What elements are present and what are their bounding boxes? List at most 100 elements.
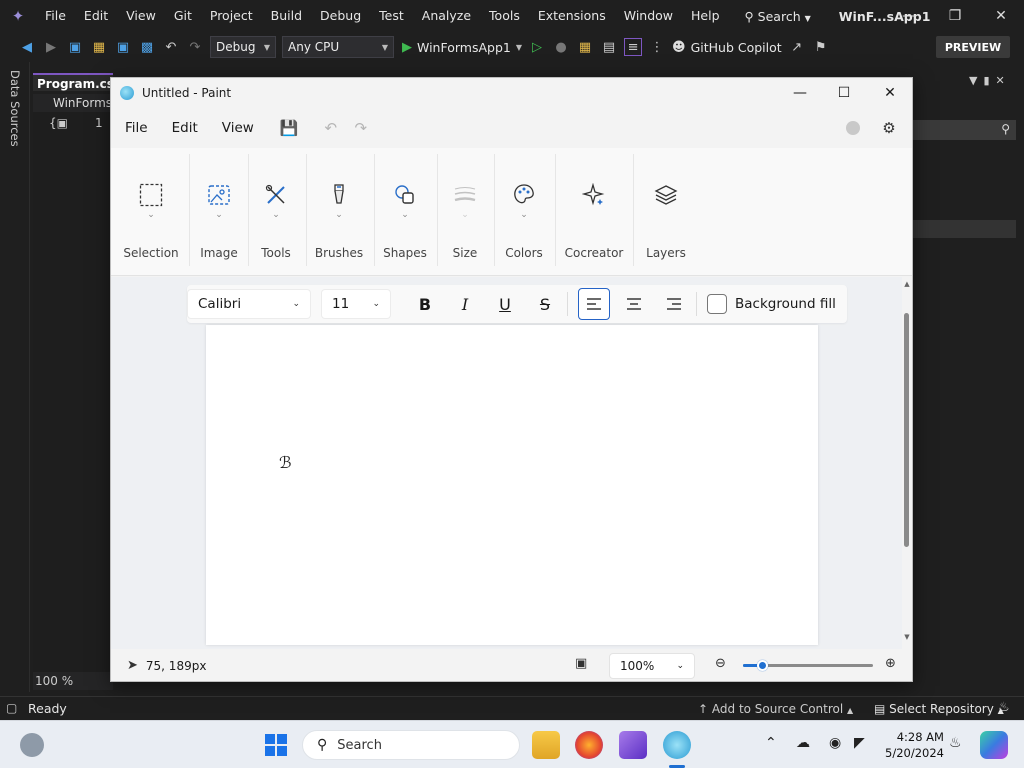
vs-menu-build[interactable]: Build [262, 0, 311, 32]
background-fill-checkbox[interactable] [707, 294, 727, 314]
open-folder-icon[interactable]: ▦ [90, 38, 108, 56]
forward-icon[interactable]: ▶ [42, 38, 60, 56]
cloud-icon[interactable]: ☁ [796, 735, 810, 751]
network-icon[interactable]: ◤ [854, 735, 865, 751]
folder-icon[interactable]: ▦ [576, 38, 594, 56]
globe-icon[interactable]: ◉ [829, 735, 841, 751]
paint-minimize-button[interactable]: — [777, 78, 823, 108]
paint-menu-file[interactable]: File [113, 120, 160, 136]
font-family-select[interactable]: Calibri ⌄ [187, 289, 311, 319]
strikethrough-button[interactable]: S [529, 288, 561, 320]
vs-menu-analyze[interactable]: Analyze [413, 0, 480, 32]
vs-menu-project[interactable]: Project [201, 0, 262, 32]
select-repository-button[interactable]: ▤ Select Repository ▲ [874, 702, 1004, 716]
vs-menu-git[interactable]: Git [165, 0, 201, 32]
font-size-select[interactable]: 11 ⌄ [321, 289, 391, 319]
back-icon[interactable]: ◀ [18, 38, 36, 56]
scroll-up-icon[interactable]: ▲ [902, 280, 912, 288]
platform-select[interactable]: Any CPU ▼ [282, 36, 394, 58]
notification-icon[interactable]: ♨ [949, 735, 962, 751]
redo-button[interactable]: ↷ [346, 114, 376, 142]
zoom-slider[interactable] [743, 660, 873, 671]
fit-to-window-icon[interactable]: ▣ [575, 656, 587, 671]
scroll-down-icon[interactable]: ▼ [902, 633, 912, 641]
copilot-taskbar-icon[interactable] [980, 731, 1008, 759]
scrollbar-thumb[interactable] [904, 313, 909, 547]
vs-menu-window[interactable]: Window [615, 0, 682, 32]
visual-studio-icon[interactable] [619, 731, 647, 759]
paint-menu-edit[interactable]: Edit [160, 120, 210, 136]
firefox-icon[interactable] [575, 731, 603, 759]
vs-menu-tools[interactable]: Tools [480, 0, 529, 32]
navigation-bar[interactable]: WinForms [33, 94, 113, 112]
preview-button[interactable]: PREVIEW [936, 36, 1010, 58]
panel-controls-icon[interactable]: ▼▮✕ [969, 74, 1011, 87]
new-project-icon[interactable]: ▣ [66, 38, 84, 56]
notification-bell-icon[interactable]: ♨ [998, 700, 1010, 715]
ribbon-shapes[interactable]: ⌄ Shapes [383, 148, 427, 272]
zoom-in-icon[interactable]: ⊕ [885, 656, 896, 671]
solution-search-input[interactable]: ⚲ [913, 120, 1016, 140]
ribbon-cocreator[interactable]: Cocreator [565, 148, 623, 272]
data-sources-tab[interactable]: Data Sources [8, 70, 22, 147]
ribbon-layers[interactable]: Layers [645, 148, 687, 272]
paint-taskbar-icon[interactable] [663, 731, 691, 759]
ribbon-size[interactable]: ⌄ Size [449, 148, 481, 272]
account-button[interactable] [839, 116, 867, 140]
paint-menu-view[interactable]: View [210, 120, 266, 136]
settings-button[interactable]: ⚙ [875, 116, 903, 140]
zoom-slider-thumb[interactable] [756, 660, 768, 671]
ribbon-tools[interactable]: ⌄ Tools [257, 148, 295, 272]
vs-menu-view[interactable]: View [117, 0, 165, 32]
vs-menu-extensions[interactable]: Extensions [529, 0, 615, 32]
align-center-button[interactable] [618, 288, 650, 320]
ribbon-brushes[interactable]: ⌄ Brushes [315, 148, 363, 272]
feedback-icon[interactable]: ⚑ [812, 38, 830, 56]
run-button[interactable]: ▶ WinFormsApp1 ▼ [402, 40, 522, 55]
vs-close-button[interactable]: ✕ [978, 0, 1024, 32]
chevron-up-icon[interactable]: ⌃ [765, 735, 777, 751]
paint-maximize-button[interactable]: ☐ [821, 78, 867, 108]
align-right-button[interactable] [658, 288, 690, 320]
layout-icon[interactable]: ▤ [600, 38, 618, 56]
vs-menu-debug[interactable]: Debug [311, 0, 370, 32]
vs-minimize-button[interactable]: — [886, 0, 932, 32]
visual-studio-logo-icon[interactable]: ✦ [0, 0, 36, 32]
undo-icon[interactable]: ↶ [162, 38, 180, 56]
file-explorer-icon[interactable] [532, 731, 560, 759]
paint-titlebar[interactable]: Untitled - Paint — ☐ ✕ [111, 78, 912, 108]
ribbon-selection[interactable]: ⌄ Selection [123, 148, 179, 272]
vs-menu-file[interactable]: File [36, 0, 75, 32]
paint-close-button[interactable]: ✕ [867, 78, 913, 108]
vs-menu-help[interactable]: Help [682, 0, 729, 32]
vs-restore-button[interactable]: ❐ [932, 0, 978, 32]
ribbon-image[interactable]: ⌄ Image [199, 148, 239, 272]
share-icon[interactable]: ↗ [788, 38, 806, 56]
zoom-out-icon[interactable]: ⊖ [715, 656, 726, 671]
add-to-source-control-button[interactable]: ↑ Add to Source Control ▲ [698, 702, 853, 716]
bold-button[interactable]: B [409, 288, 441, 320]
start-without-debug-icon[interactable]: ▷ [528, 38, 546, 56]
vs-search-button[interactable]: ⚲ Search ▼ [735, 9, 821, 24]
start-button[interactable] [265, 734, 287, 756]
undo-button[interactable]: ↶ [316, 114, 346, 142]
align-left-button[interactable] [578, 288, 610, 320]
selected-tree-item[interactable] [913, 220, 1016, 238]
save-all-icon[interactable]: ▩ [138, 38, 156, 56]
taskbar-search[interactable]: ⚲ Search [302, 730, 520, 760]
redo-icon[interactable]: ↷ [186, 38, 204, 56]
canvas-vertical-scrollbar[interactable]: ▲ ▼ [902, 277, 912, 649]
taskbar-clock[interactable]: 4:28 AM 5/20/2024 [885, 729, 944, 761]
ribbon-colors[interactable]: ⌄ Colors [504, 148, 544, 272]
drawing-canvas[interactable] [206, 325, 818, 645]
hot-reload-icon[interactable]: ● [552, 38, 570, 56]
vs-menu-test[interactable]: Test [370, 0, 413, 32]
weather-icon[interactable] [20, 733, 44, 757]
copilot-button[interactable]: ☻ GitHub Copilot [672, 40, 782, 55]
vs-menu-edit[interactable]: Edit [75, 0, 117, 32]
editor-zoom-level[interactable]: 100 % [33, 672, 113, 690]
code-editor[interactable]: {▣ 1 [33, 112, 113, 672]
toggle-icon[interactable]: ⋮ [648, 38, 666, 56]
background-fill-toggle[interactable]: Background fill [707, 294, 836, 314]
spell-check-icon[interactable]: ≡ [624, 38, 643, 56]
